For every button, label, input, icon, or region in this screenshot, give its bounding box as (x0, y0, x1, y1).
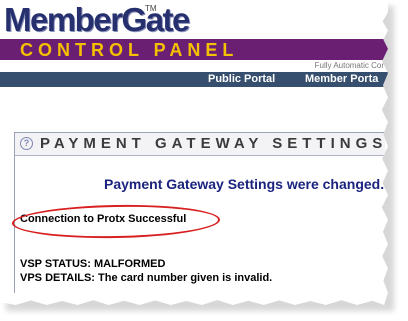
membergate-logo: MemberGate (4, 1, 190, 38)
trademark-mark: TM (145, 4, 157, 13)
panel-title: PAYMENT GATEWAY SETTINGS (40, 135, 388, 152)
vsp-status-text: VSP STATUS: MALFORMED (20, 258, 166, 270)
tagline: Fully Automatic Cor (314, 61, 384, 70)
screenshot-paper: MemberGate TM CONTROL PANEL Fully Automa… (0, 0, 388, 305)
help-icon[interactable]: ? (20, 137, 33, 150)
settings-changed-message: Payment Gateway Settings were changed. (104, 176, 385, 192)
nav-member-portal[interactable]: Member Porta (305, 73, 378, 85)
vps-details-text: VPS DETAILS: The card number given is in… (20, 272, 273, 284)
banner-title: CONTROL PANEL (20, 40, 239, 60)
control-panel-banner: CONTROL PANEL (0, 39, 388, 60)
nav-public-portal[interactable]: Public Portal (208, 73, 275, 85)
nav-bar: Public Portal Member Porta (0, 72, 388, 87)
